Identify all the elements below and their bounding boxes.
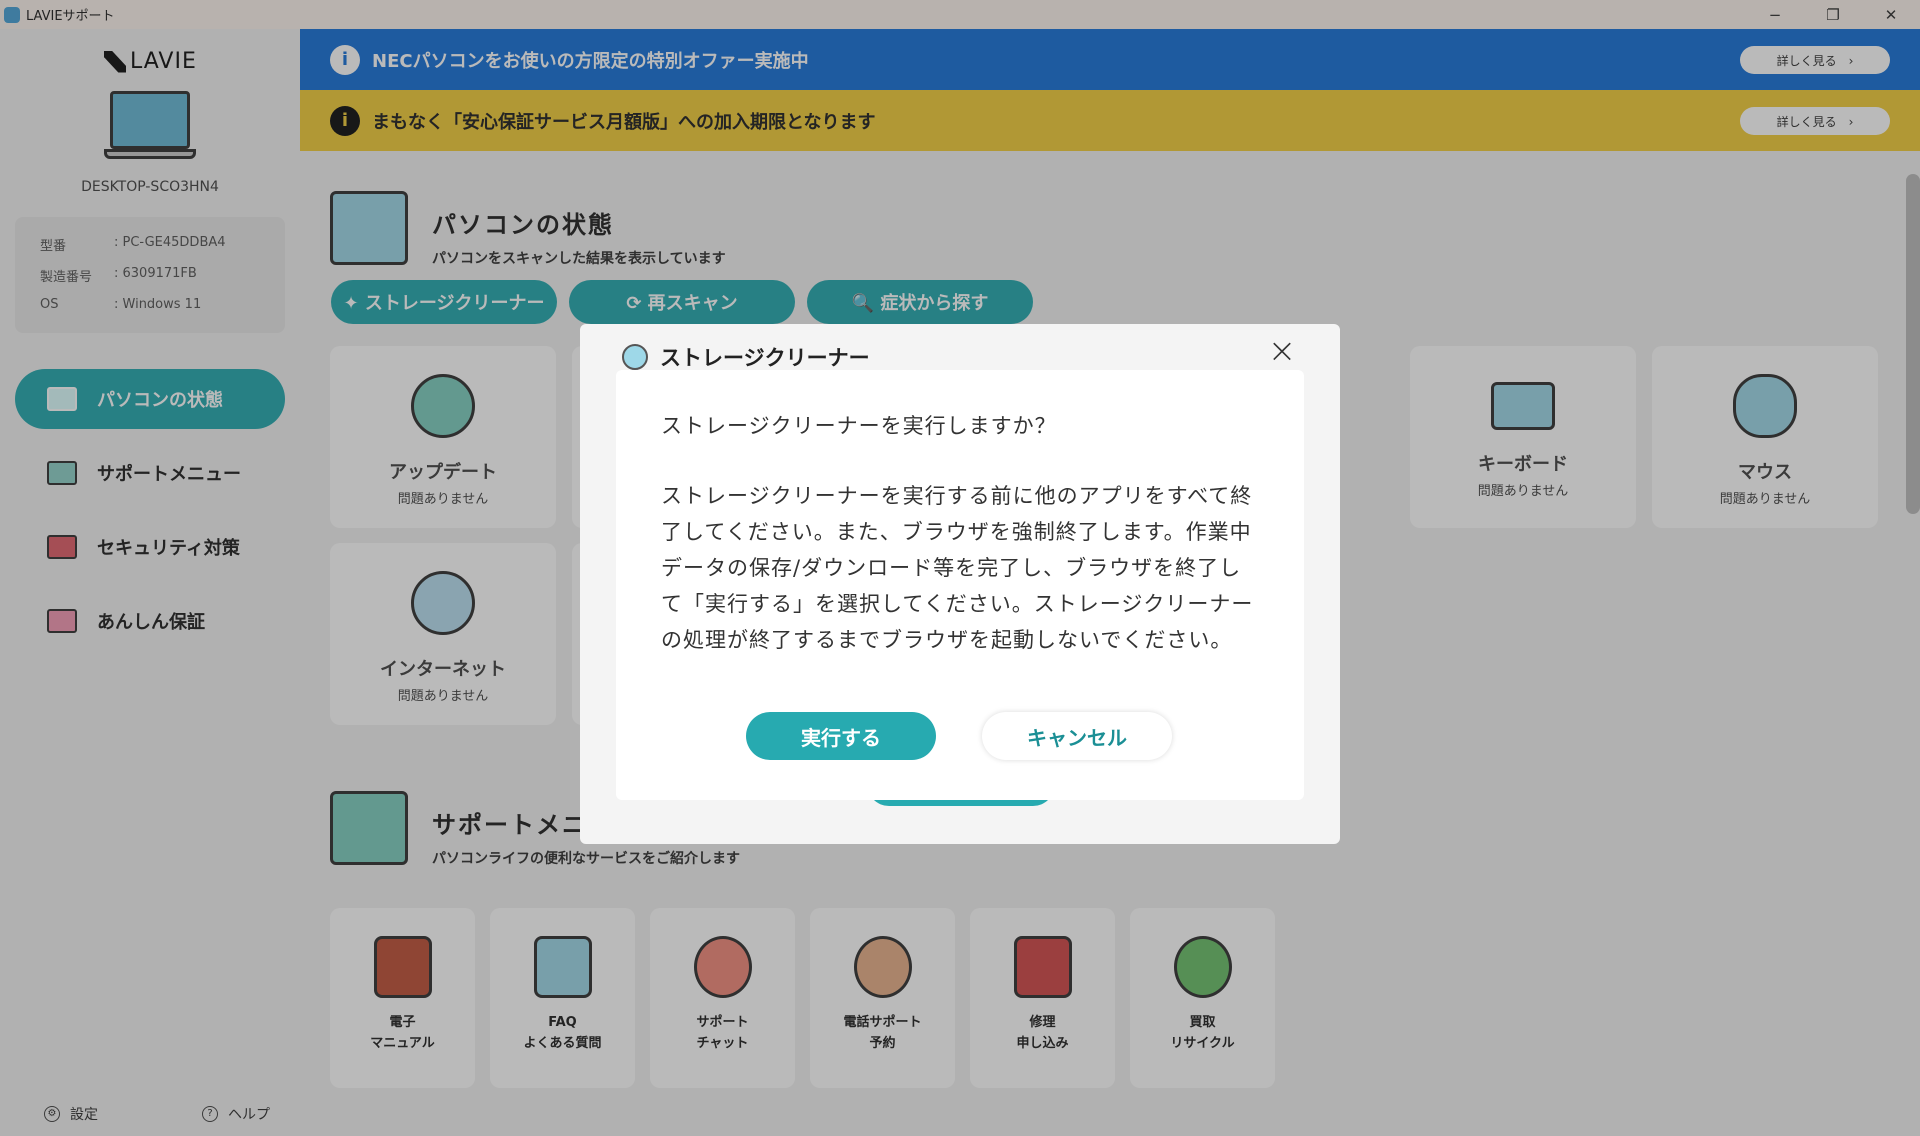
panel-title: ストレージクリーナー bbox=[622, 342, 870, 372]
dialog-message: ストレージクリーナーを実行する前に他のアプリをすべて終了してください。また、ブラ… bbox=[661, 484, 1254, 652]
dialog-buttons: 実行する キャンセル bbox=[746, 712, 1172, 760]
dialog-question: ストレージクリーナーを実行しますか？ bbox=[661, 414, 1057, 438]
storage-cleaner-icon bbox=[622, 344, 648, 370]
confirm-dialog: ストレージクリーナーを実行しますか？ ストレージクリーナーを実行する前に他のアプ… bbox=[616, 370, 1304, 800]
run-button[interactable]: 実行する bbox=[746, 712, 936, 760]
close-icon[interactable]: × bbox=[1265, 334, 1299, 370]
panel-title-text: ストレージクリーナー bbox=[660, 346, 870, 370]
cancel-button[interactable]: キャンセル bbox=[982, 712, 1172, 760]
